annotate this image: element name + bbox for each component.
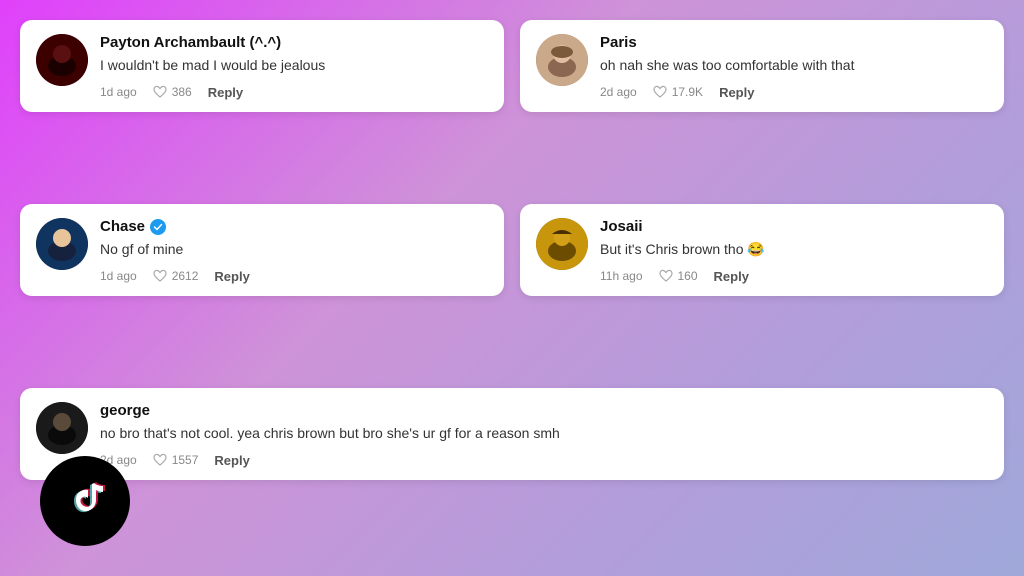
comment-card-chase: Chase No gf of mine 1d ago 2612 Reply: [20, 204, 504, 296]
comment-card-payton: Payton Archambault (^.^) I wouldn't be ma…: [20, 20, 504, 112]
comment-text-paris: oh nah she was too comfortable with that: [600, 56, 988, 76]
comment-time-josaii: 11h ago: [600, 269, 643, 283]
avatar-chase: [36, 218, 88, 270]
heart-icon: [653, 85, 667, 99]
comment-body-george: george no bro that's not cool. yea chris …: [100, 402, 988, 468]
comment-likes-chase: 2612: [153, 269, 199, 283]
comment-body-paris: Paris oh nah she was too comfortable with…: [600, 34, 988, 100]
username-george: george: [100, 402, 988, 419]
comment-text-chase: No gf of mine: [100, 240, 488, 260]
comment-time-payton: 1d ago: [100, 85, 137, 99]
reply-button-george[interactable]: Reply: [214, 453, 249, 468]
username-payton: Payton Archambault (^.^): [100, 34, 488, 51]
comment-meta-josaii: 11h ago 160 Reply: [600, 269, 988, 284]
likes-count-chase: 2612: [172, 269, 199, 283]
likes-count-george: 1557: [172, 453, 199, 467]
comment-time-paris: 2d ago: [600, 85, 637, 99]
comment-meta-paris: 2d ago 17.9K Reply: [600, 85, 988, 100]
comment-text-josaii: But it's Chris brown tho 😂: [600, 240, 988, 260]
comment-meta-payton: 1d ago 386 Reply: [100, 85, 488, 100]
comment-text-payton: I wouldn't be mad I would be jealous: [100, 56, 488, 76]
comment-body-josaii: Josaii But it's Chris brown tho 😂 11h ago …: [600, 218, 988, 284]
reply-button-paris[interactable]: Reply: [719, 85, 754, 100]
comment-time-chase: 1d ago: [100, 269, 137, 283]
reply-button-payton[interactable]: Reply: [208, 85, 243, 100]
username-josaii: Josaii: [600, 218, 988, 235]
comment-likes-josaii: 160: [659, 269, 698, 283]
comment-likes-payton: 386: [153, 85, 192, 99]
avatar-george: [36, 402, 88, 454]
verified-badge: [150, 219, 166, 235]
comment-card-george: george no bro that's not cool. yea chris …: [20, 388, 1004, 480]
reply-button-josaii[interactable]: Reply: [714, 269, 749, 284]
comment-likes-george: 1557: [153, 453, 199, 467]
likes-count-josaii: 160: [678, 269, 698, 283]
comment-likes-paris: 17.9K: [653, 85, 703, 99]
username-chase: Chase: [100, 218, 488, 235]
likes-count-paris: 17.9K: [672, 85, 703, 99]
heart-icon: [153, 85, 167, 99]
comment-card-josaii: Josaii But it's Chris brown tho 😂 11h ago …: [520, 204, 1004, 296]
heart-icon: [659, 269, 673, 283]
reply-button-chase[interactable]: Reply: [214, 269, 249, 284]
heart-icon: [153, 453, 167, 467]
avatar-paris: [536, 34, 588, 86]
comments-grid: Payton Archambault (^.^) I wouldn't be ma…: [0, 0, 1024, 576]
comment-card-paris: Paris oh nah she was too comfortable with…: [520, 20, 1004, 112]
tiktok-logo: [40, 456, 130, 546]
comment-text-george: no bro that's not cool. yea chris brown …: [100, 424, 988, 444]
username-paris: Paris: [600, 34, 988, 51]
likes-count-payton: 386: [172, 85, 192, 99]
heart-icon: [153, 269, 167, 283]
comment-meta-chase: 1d ago 2612 Reply: [100, 269, 488, 284]
comment-body-chase: Chase No gf of mine 1d ago 2612 Reply: [100, 218, 488, 284]
avatar-josaii: [536, 218, 588, 270]
comment-body-payton: Payton Archambault (^.^) I wouldn't be ma…: [100, 34, 488, 100]
comment-meta-george: 2d ago 1557Reply: [100, 453, 988, 468]
avatar-payton: [36, 34, 88, 86]
